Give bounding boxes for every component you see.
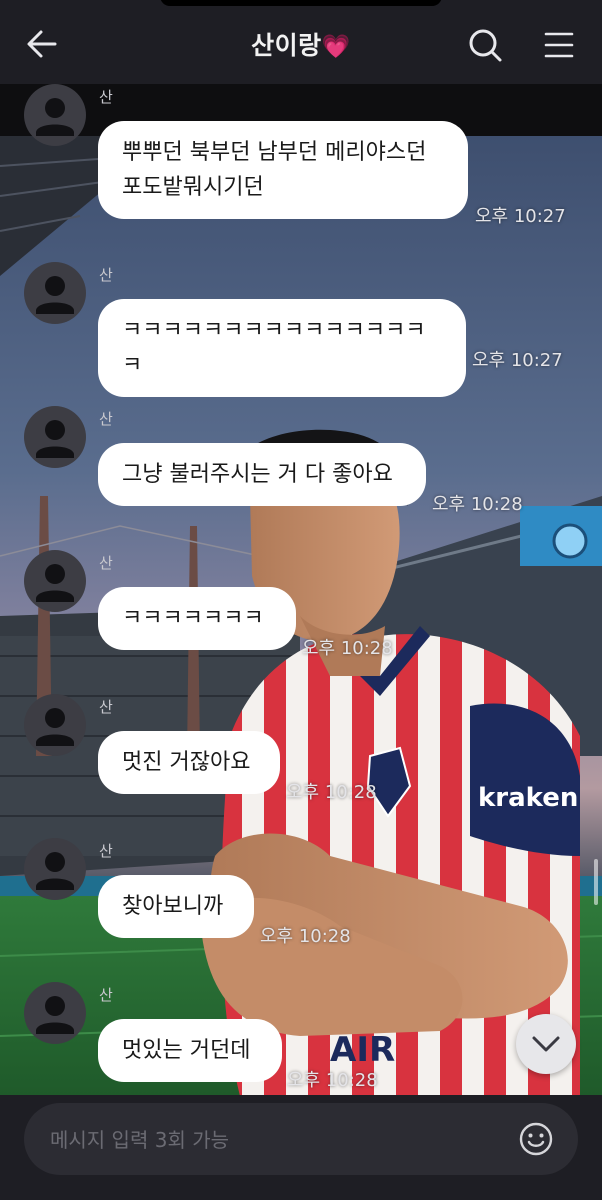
- message-timestamp: 오후 10:28: [260, 926, 351, 947]
- default-profile-icon: [36, 420, 74, 458]
- sender-name: 산: [99, 88, 113, 106]
- scrollbar-thumb[interactable]: [594, 859, 598, 905]
- message-bubble[interactable]: 멋있는 거던데: [98, 1019, 282, 1082]
- avatar[interactable]: [24, 406, 86, 468]
- message-bubble[interactable]: ㅋㅋㅋㅋㅋㅋㅋㅋㅋㅋㅋㅋㅋㅋㅋㅋ: [98, 299, 466, 397]
- search-button[interactable]: [464, 24, 506, 66]
- default-profile-icon: [36, 276, 74, 314]
- chat-screen: 산이랑💗 kraken AIR 산 뿌뿌던 북부던 남부던 메리야스던 포도밭뭐…: [0, 0, 602, 1200]
- message-bubble[interactable]: 그냥 불러주시는 거 다 좋아요: [98, 443, 426, 506]
- chat-header: 산이랑💗: [0, 0, 602, 84]
- avatar[interactable]: [24, 838, 86, 900]
- search-icon: [469, 29, 502, 62]
- avatar[interactable]: [24, 694, 86, 756]
- message-timestamp: 오후 10:28: [286, 782, 377, 803]
- message-bubble[interactable]: 멋진 거잖아요: [98, 731, 280, 794]
- sender-name: 산: [99, 266, 113, 284]
- message-timestamp: 오후 10:27: [472, 350, 563, 371]
- default-profile-icon: [36, 852, 74, 890]
- chat-title: 산이랑💗: [0, 26, 602, 62]
- avatar[interactable]: [24, 262, 86, 324]
- sender-name: 산: [99, 410, 113, 428]
- default-profile-icon: [36, 98, 74, 136]
- message-input-bar: [0, 1095, 602, 1200]
- device-notch: [160, 0, 442, 6]
- sender-name: 산: [99, 986, 113, 1004]
- message-bubble[interactable]: ㅋㅋㅋㅋㅋㅋㅋ: [98, 587, 296, 650]
- message-bubble[interactable]: 뿌뿌던 북부던 남부던 메리야스던 포도밭뭐시기던: [98, 121, 468, 219]
- message-timestamp: 오후 10:28: [302, 638, 393, 659]
- message-timestamp: 오후 10:27: [475, 206, 566, 227]
- hamburger-menu-icon: [544, 32, 574, 58]
- chat-message-list[interactable]: kraken AIR 산 뿌뿌던 북부던 남부던 메리야스던 포도밭뭐시기던 오…: [0, 84, 602, 1095]
- message-input-container: [24, 1103, 578, 1177]
- message-bubble[interactable]: 찾아보니까: [98, 875, 254, 938]
- sponsor-wordmark: kraken: [478, 783, 578, 813]
- chat-wallpaper-image: kraken AIR: [0, 136, 602, 1095]
- message-timestamp: 오후 10:28: [432, 494, 523, 515]
- chat-title-text: 산이랑: [251, 31, 322, 60]
- sender-name: 산: [99, 842, 113, 860]
- smiley-icon: [519, 1122, 553, 1156]
- jersey-sponsor-text: AIR: [330, 1030, 395, 1070]
- default-profile-icon: [36, 996, 74, 1034]
- emoji-button[interactable]: [514, 1117, 558, 1161]
- sender-name: 산: [99, 698, 113, 716]
- message-timestamp: 오후 10:28: [287, 1070, 378, 1091]
- avatar[interactable]: [24, 550, 86, 612]
- avatar[interactable]: [24, 982, 86, 1044]
- sender-name: 산: [99, 554, 113, 572]
- default-profile-icon: [36, 564, 74, 602]
- scroll-to-bottom-button[interactable]: [516, 1014, 576, 1074]
- default-profile-icon: [36, 708, 74, 746]
- heart-emoji: 💗: [321, 34, 351, 60]
- avatar[interactable]: [24, 84, 86, 146]
- message-input[interactable]: [48, 1103, 512, 1177]
- menu-button[interactable]: [538, 24, 580, 66]
- chevron-down-icon: [532, 1036, 560, 1052]
